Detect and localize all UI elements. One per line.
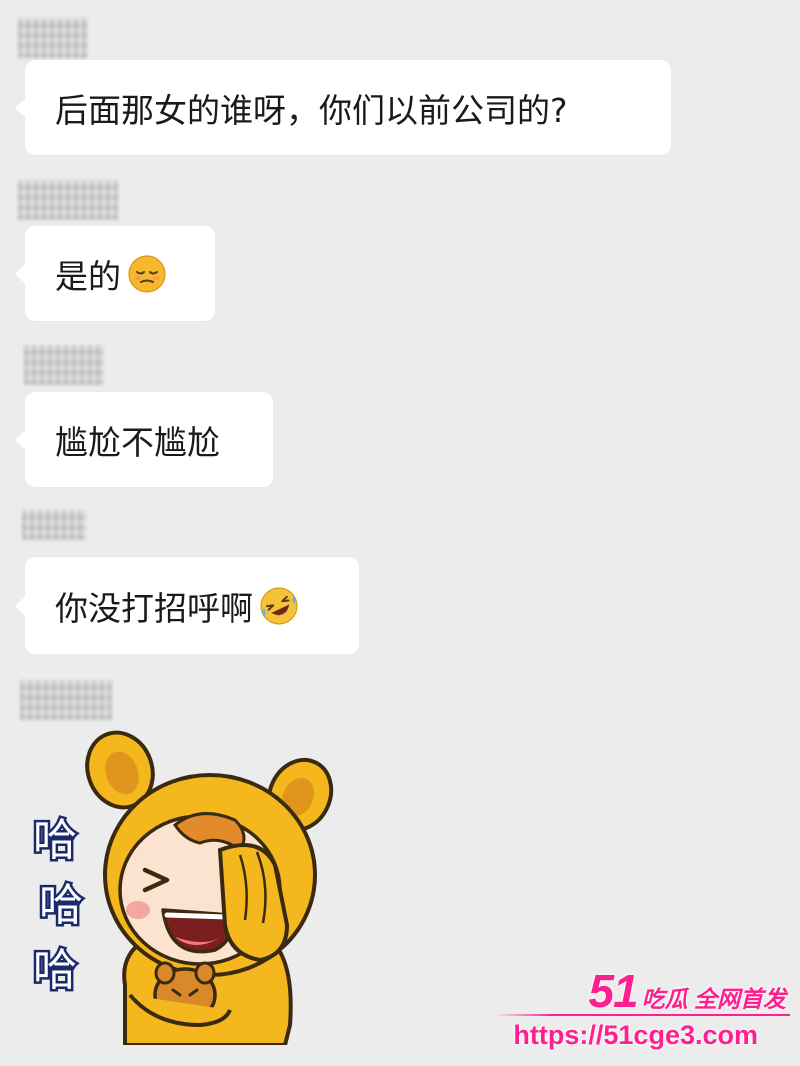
- rolling-laughing-icon: [260, 586, 298, 625]
- watermark-title: 51 吃瓜 全网首发: [588, 964, 786, 1018]
- watermark-number: 51: [588, 965, 638, 1017]
- sleepy-face-icon: [128, 254, 166, 293]
- watermark-url[interactable]: https://51cge3.com: [513, 1020, 758, 1051]
- message-bubble[interactable]: 后面那女的谁呀，你们以前公司的?: [15, 60, 671, 155]
- sender-name-redacted: [18, 180, 118, 220]
- message-text: 尴尬不尴尬: [55, 422, 220, 462]
- sticker-char: 哈: [33, 815, 77, 866]
- message-text: 你没打招呼啊: [55, 588, 253, 628]
- site-watermark: 51 吃瓜 全网首发 https://51cge3.com: [490, 956, 800, 1066]
- sticker-char: 哈: [33, 945, 77, 996]
- message-text: 后面那女的谁呀，你们以前公司的?: [55, 90, 568, 130]
- message-bubble[interactable]: 是的: [15, 226, 215, 321]
- chat-screen: 后面那女的谁呀，你们以前公司的? 是的 尴尬不尴尬 你没打招呼啊 哈 哈 哈 5…: [0, 0, 800, 1066]
- sender-name-redacted: [24, 345, 104, 385]
- sticker-caption: 哈 哈 哈: [31, 813, 86, 999]
- message-bubble[interactable]: 尴尬不尴尬: [15, 392, 273, 487]
- sender-name-redacted: [22, 510, 86, 540]
- message-text: 是的: [55, 256, 121, 296]
- sender-name-redacted: [18, 18, 88, 58]
- watermark-text: 吃瓜 全网首发: [641, 986, 786, 1012]
- sticker-char: 哈: [39, 880, 83, 931]
- message-bubble[interactable]: 你没打招呼啊: [15, 557, 359, 654]
- sender-name-redacted: [20, 680, 112, 720]
- watermark-divider: [494, 1014, 790, 1016]
- laughing-bear-sticker: 哈 哈 哈: [31, 730, 334, 1045]
